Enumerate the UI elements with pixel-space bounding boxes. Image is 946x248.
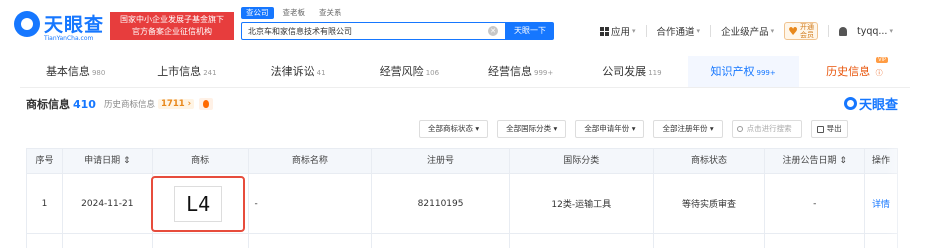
info-icon: ⓘ [875,69,883,77]
history-trademark-link[interactable]: 历史商标信息 [104,98,155,110]
fire-icon [199,98,214,110]
bell-icon[interactable] [838,26,847,36]
col-index: 序号 [27,149,63,173]
tab-litigation[interactable]: 法律诉讼 41 [243,56,354,87]
site-logo[interactable]: 天眼查 TianYanCha.com [14,8,106,44]
table-row [26,234,898,248]
vip-tag: VIP [876,57,888,63]
trademark-image: L4 [174,185,223,222]
filter-category-dropdown[interactable]: 全部国际分类 ▾ [497,120,567,138]
logo-subtext: TianYanCha.com [44,35,94,42]
vip-open-button[interactable]: ♥ 开通 会员 [784,22,818,40]
tab-development[interactable]: 公司发展 119 [576,56,687,87]
nav-enterprise[interactable]: 企业级产品 ▾ [721,24,774,38]
promo-line-1: 国家中小企业发展子基金旗下 [120,15,224,24]
promo-banner[interactable]: 国家中小企业发展子基金旗下 官方备案企业征信机构 [110,12,234,40]
chevron-down-icon: ▾ [696,27,701,35]
clear-icon[interactable]: ✕ [488,26,498,36]
brand-text: 天眼查 [858,98,898,113]
filter-year-dropdown[interactable]: 全部申请年份 ▾ [575,120,645,138]
trademark-highlight-box[interactable]: L4 [151,175,246,232]
cell-apply-date: 2024-11-21 [63,174,153,233]
search-button[interactable]: 天眼一下 [506,22,554,40]
nav-divider [645,25,647,37]
tab-basic-info[interactable]: 基本信息 980 [20,56,131,87]
filter-bar: 全部商标状态 ▾ 全部国际分类 ▾ 全部申请年份 ▾ 全部注册年份 ▾ 点击进行… [419,120,848,138]
cell-trademark: L4 [151,174,249,233]
nav-channels-label: 合作通道 [656,27,695,38]
cell-status: 等待实质审查 [654,174,766,233]
section-brand-logo: 天眼查 [843,94,898,113]
search-tab-boss[interactable]: 查老板 [278,7,311,19]
col-trademark-name: 商标名称 [249,149,373,173]
logo-icon [14,11,40,37]
search-tab-relation[interactable]: 查关系 [314,7,347,19]
table-row: 1 2024-11-21 L4 - 82110195 12类-运输工具 等待实质… [26,174,898,234]
cell-category: 12类-运输工具 [510,174,654,233]
col-trademark: 商标 [153,149,249,173]
filter-search-input[interactable]: 点击进行搜索 [731,120,802,138]
filter-search-placeholder: 点击进行搜索 [746,124,792,133]
section-count: 410 [73,97,96,111]
search-icon [736,126,743,132]
export-icon [816,125,824,133]
export-button[interactable]: 导出 [810,120,848,138]
tab-intellectual-property[interactable]: 知识产权 999+ [687,56,799,87]
cell-reg-no: 82110195 [372,174,510,233]
col-category: 国际分类 [510,149,654,173]
filter-status-dropdown[interactable]: 全部商标状态 ▾ [419,120,489,138]
tab-history-info[interactable]: 历史信息 ⓘ VIP [799,56,910,87]
nav-apps-label: 应用 [611,27,631,38]
section-title: 商标信息 410 历史商标信息 1711 › [26,96,214,112]
vip-diamond-icon: ♥ [788,24,798,38]
search-type-tabs: 查公司 查老板 查关系 [241,7,347,21]
main-tabs: 基本信息 980 上市信息 241 法律诉讼 41 经营风险 106 经营信息 999+ … [20,56,910,88]
nav-enterprise-label: 企业级产品 [721,27,769,38]
history-trademark-count[interactable]: 1711 › [157,99,195,109]
tab-operation-info[interactable]: 经营信息 999+ [465,56,576,87]
user-menu[interactable]: tyqq... ▾ [857,26,893,37]
col-pub-date[interactable]: 注册公告日期 ⇕ [765,149,866,173]
search-input[interactable]: 北京车和家信息技术有限公司 ✕ [241,22,506,40]
chevron-down-icon: ▾ [632,27,636,35]
top-header: 天眼查 TianYanCha.com 国家中小企业发展子基金旗下 官方备案企业征… [0,0,946,50]
chevron-down-icon: ▾ [889,27,893,35]
col-apply-date[interactable]: 申请日期 ⇕ [63,149,153,173]
logo-icon [843,97,857,110]
promo-line-2: 官方备案企业征信机构 [132,27,212,36]
col-status: 商标状态 [654,149,766,173]
search-tab-company[interactable]: 查公司 [241,7,274,19]
filter-reg-year-dropdown[interactable]: 全部注册年份 ▾ [653,120,723,138]
apps-grid-icon [600,26,609,36]
table-header: 序号 申请日期 ⇕ 商标 商标名称 注册号 国际分类 商标状态 注册公告日期 ⇕… [26,148,898,174]
logo-text: 天眼查 [44,14,105,36]
user-name: tyqq... [856,25,888,37]
top-nav: 应用 ▾ 合作通道 ▾ 企业级产品 ▾ ♥ 开通 会员 tyqq... ▾ [600,22,893,40]
section-title-text: 商标信息 [26,98,70,111]
nav-divider [710,25,712,37]
export-label: 导出 [826,124,842,133]
edge-fade [886,148,946,248]
nav-channels[interactable]: 合作通道 ▾ [657,24,701,38]
cell-index: 1 [27,174,63,233]
chevron-down-icon: ▾ [770,27,775,35]
tab-listing-info[interactable]: 上市信息 241 [131,56,242,87]
cell-trademark-name: - [249,174,373,233]
trademark-table: 序号 申请日期 ⇕ 商标 商标名称 注册号 国际分类 商标状态 注册公告日期 ⇕… [26,148,898,248]
cell-pub-date: - [765,174,866,233]
search-input-value: 北京车和家信息技术有限公司 [248,27,352,36]
vip-label: 开通 会员 [799,23,814,39]
nav-divider [827,25,829,37]
col-reg-no: 注册号 [372,149,510,173]
tab-business-risk[interactable]: 经营风险 106 [354,56,465,87]
nav-apps[interactable]: 应用 ▾ [600,24,636,38]
